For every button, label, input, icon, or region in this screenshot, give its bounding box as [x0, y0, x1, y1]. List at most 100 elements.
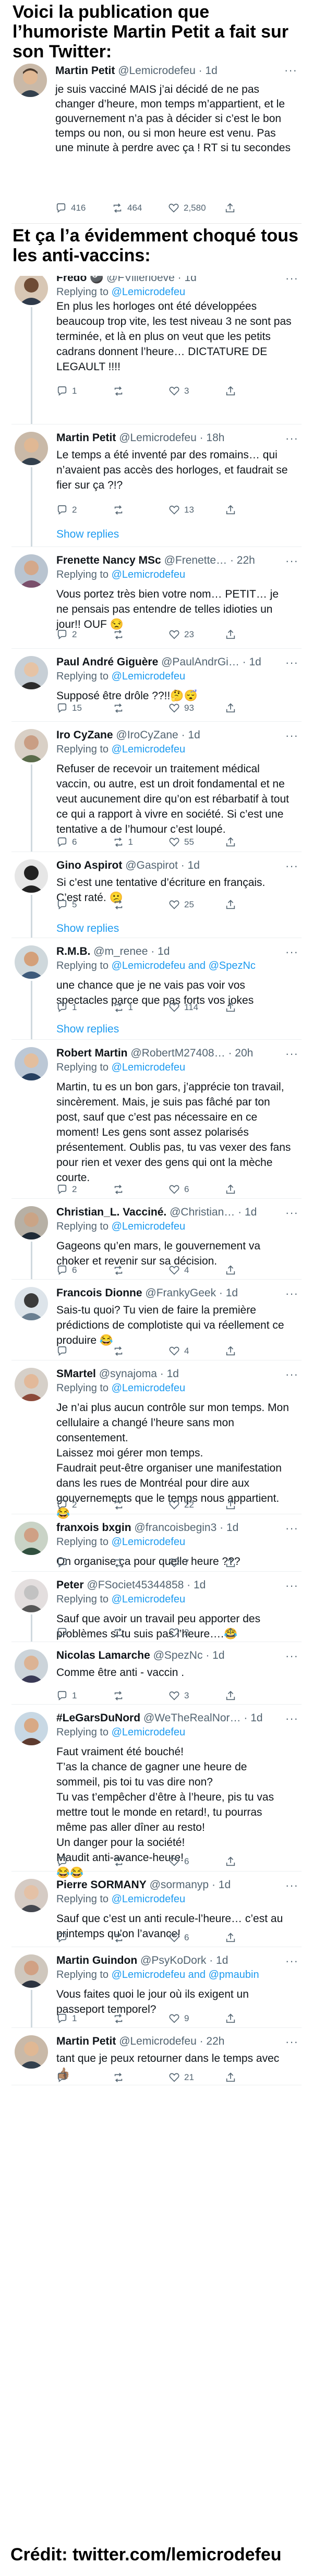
mention-link[interactable]: @Lemicrodefeu — [112, 1594, 185, 1605]
more-options-icon[interactable]: ··· — [285, 2035, 298, 2049]
timestamp[interactable]: · 1d — [187, 1579, 206, 1591]
timestamp[interactable]: · 1d — [219, 1287, 238, 1299]
like-button[interactable]: 2 — [168, 1627, 225, 1638]
share-button[interactable] — [225, 1627, 281, 1638]
author-handle[interactable]: @m_renee — [93, 945, 148, 957]
author-name[interactable]: SMartel — [56, 1368, 96, 1380]
timestamp[interactable]: · 1d — [160, 1368, 179, 1380]
timestamp[interactable]: · 1d — [220, 1522, 238, 1534]
mention-link[interactable]: @Lemicrodefeu — [112, 1221, 185, 1232]
share-button[interactable] — [225, 1345, 281, 1357]
timestamp[interactable]: · 1d — [178, 276, 197, 284]
timestamp[interactable]: · 1d — [238, 1206, 257, 1218]
show-replies-link[interactable]: Show replies — [56, 1023, 119, 1036]
reply-tweet[interactable]: Robert Martin @RobertM27408… · 20h ··· R… — [11, 1040, 302, 1199]
more-options-icon[interactable]: ··· — [285, 554, 298, 568]
mention-link[interactable]: @Lemicrodefeu — [112, 1382, 185, 1394]
share-button[interactable] — [225, 836, 281, 848]
like-button[interactable]: 6 — [168, 1184, 225, 1195]
author-handle[interactable]: @Frenette… — [164, 554, 227, 566]
more-options-icon[interactable]: ··· — [284, 64, 297, 77]
like-button[interactable]: 3 — [168, 1690, 225, 1702]
timestamp[interactable]: · 1d — [181, 859, 200, 871]
author-name[interactable]: #LeGarsDuNord — [56, 1712, 140, 1724]
reply-button[interactable]: 1 — [56, 1002, 113, 1013]
share-button[interactable] — [225, 629, 281, 640]
retweet-button[interactable] — [113, 2013, 169, 2024]
more-options-icon[interactable]: ··· — [285, 1047, 298, 1061]
mention-link[interactable]: @Lemicrodefeu — [112, 1893, 185, 1905]
reply-button[interactable] — [56, 2072, 113, 2083]
avatar[interactable] — [14, 64, 47, 97]
more-options-icon[interactable]: ··· — [285, 432, 298, 445]
author-handle[interactable]: @FVillerioeve — [106, 276, 175, 284]
retweet-button[interactable] — [113, 1856, 169, 1867]
reply-tweet[interactable]: SMartel @synajoma · 1d ··· Replying to @… — [11, 1360, 302, 1520]
author-handle[interactable]: @IroCyZane — [116, 729, 178, 741]
like-button[interactable]: 25 — [168, 899, 225, 910]
author-name[interactable]: Pierre SORMANY — [56, 1879, 147, 1891]
avatar[interactable] — [15, 1712, 48, 1745]
share-button[interactable] — [225, 1184, 281, 1195]
like-button[interactable]: 9 — [168, 2013, 225, 2024]
reply-tweet[interactable]: Martin Petit @Lemicrodefeu · 22h ··· tant… — [11, 2028, 302, 2085]
author-name[interactable]: Martin Guindon — [56, 1954, 137, 1966]
author-handle[interactable]: @synajoma — [99, 1368, 157, 1380]
like-button[interactable]: 21 — [168, 2072, 225, 2083]
reply-button[interactable]: 416 — [55, 202, 112, 214]
reply-tweet[interactable]: R.M.B. @m_renee · 1d ··· Replying to @Le… — [11, 938, 302, 1040]
reply-button[interactable] — [56, 1932, 113, 1943]
mention-link[interactable]: @Lemicrodefeu — [112, 1727, 185, 1738]
author-handle[interactable]: @Lemicrodefeu — [118, 65, 196, 77]
avatar[interactable] — [15, 729, 48, 762]
reply-tweet[interactable]: Francois Dionne @FrankyGeek · 1d ··· Sais… — [11, 1280, 302, 1360]
retweet-button[interactable]: 464 — [112, 202, 168, 214]
avatar[interactable] — [15, 1287, 48, 1320]
share-button[interactable] — [225, 899, 281, 910]
avatar[interactable] — [15, 1522, 48, 1555]
reply-button[interactable]: 1 — [56, 2013, 113, 2024]
reply-tweet[interactable]: Christian_L. Vacciné. @Christian… · 1d ·… — [11, 1199, 302, 1280]
author-name[interactable]: Paul André Giguère — [56, 656, 158, 668]
retweet-button[interactable] — [113, 1557, 169, 1569]
avatar[interactable] — [15, 656, 48, 689]
reply-tweet[interactable]: Nicolas Lamarche @SpezNc · 1d ··· Comme ê… — [11, 1642, 302, 1705]
timestamp[interactable]: · 22h — [200, 2035, 225, 2047]
more-options-icon[interactable]: ··· — [285, 276, 298, 285]
share-button[interactable] — [225, 1932, 281, 1943]
timestamp[interactable]: · 22h — [230, 554, 255, 566]
retweet-button[interactable] — [113, 1690, 169, 1702]
mention-link[interactable]: @Lemicrodefeu and @pmaubin — [112, 1969, 259, 1980]
retweet-button[interactable] — [113, 385, 169, 397]
more-options-icon[interactable]: ··· — [285, 945, 298, 959]
more-options-icon[interactable]: ··· — [285, 1368, 298, 1381]
more-options-icon[interactable]: ··· — [285, 656, 298, 670]
like-button[interactable]: 22 — [168, 1499, 225, 1511]
like-button[interactable]: 6 — [168, 1856, 225, 1867]
author-name[interactable]: Christian_L. Vacciné. — [56, 1206, 166, 1218]
mention-link[interactable]: @Lemicrodefeu — [112, 671, 185, 682]
timestamp[interactable]: · 1d — [209, 1954, 228, 1966]
author-name[interactable]: Frenette Nancy MSc — [56, 554, 161, 566]
avatar[interactable] — [15, 1879, 48, 1912]
reply-tweet[interactable]: Peter @FSociet45344858 · 1d ··· Replying… — [11, 1572, 302, 1642]
avatar[interactable] — [15, 2035, 48, 2069]
like-button[interactable]: 6 — [168, 1932, 225, 1943]
share-button[interactable] — [225, 2013, 281, 2024]
author-handle[interactable]: @sormanyp — [150, 1879, 209, 1891]
show-replies-link[interactable]: Show replies — [56, 922, 119, 935]
author-name[interactable]: Peter — [56, 1579, 84, 1591]
author-handle[interactable]: @Gaspirot — [125, 859, 178, 871]
reply-button[interactable]: 15 — [56, 702, 113, 714]
more-options-icon[interactable]: ··· — [285, 729, 298, 743]
like-button[interactable]: 2,580 — [168, 202, 224, 214]
avatar[interactable] — [15, 1047, 48, 1080]
reply-tweet[interactable]: #LeGarsDuNord @WeTheRealNor… · 1d ··· Re… — [11, 1705, 302, 1879]
like-button[interactable]: 55 — [168, 836, 225, 848]
more-options-icon[interactable]: ··· — [285, 1522, 298, 1535]
reply-button[interactable]: 6 — [56, 836, 113, 848]
retweet-button[interactable]: 1 — [113, 836, 169, 848]
reply-tweet[interactable]: Frenette Nancy MSc @Frenette… · 22h ··· … — [11, 547, 302, 649]
more-options-icon[interactable]: ··· — [285, 1954, 298, 1968]
author-handle[interactable]: @SpezNc — [153, 1649, 203, 1661]
